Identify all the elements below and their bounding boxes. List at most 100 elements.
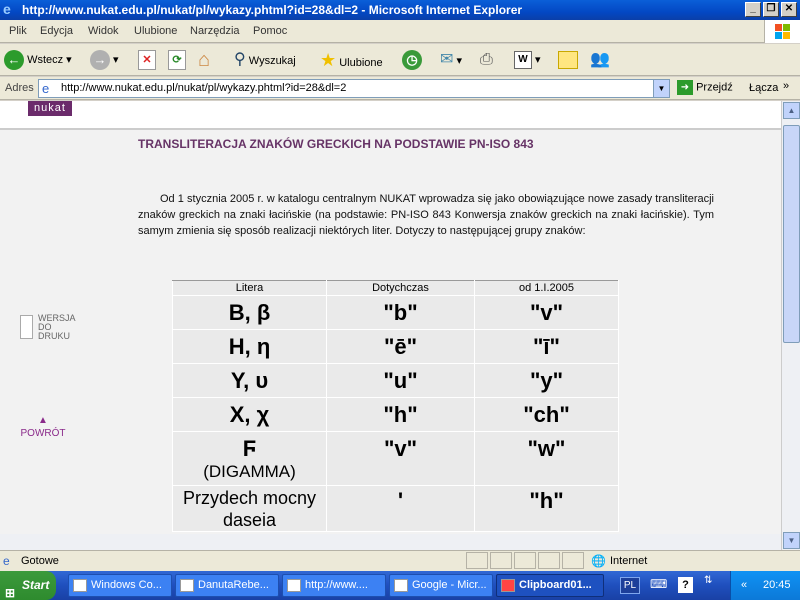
new-value-cell: "ī" — [474, 329, 619, 364]
taskbar-button[interactable]: DanutaRebe... — [175, 574, 279, 597]
maximize-button[interactable]: ❐ — [763, 2, 779, 17]
word-doc-icon — [180, 579, 194, 592]
system-tray: « 20:45 — [730, 571, 800, 600]
header-band — [0, 101, 781, 128]
printer-icon: ⎙ — [480, 51, 493, 68]
stop-icon: ✕ — [138, 50, 156, 71]
go-arrow-icon: ➜ — [677, 80, 693, 95]
history-icon: ◷ — [402, 50, 422, 71]
word-icon: W — [514, 51, 532, 70]
status-pane — [490, 552, 512, 569]
start-button[interactable]: ⊞ Start — [0, 571, 56, 600]
document-icon — [20, 315, 33, 339]
letter-cell: Υ, υ — [172, 363, 327, 398]
minimize-button[interactable]: _ — [745, 2, 761, 17]
letter-cell: Przydech mocny daseia — [172, 485, 327, 532]
messenger-icon: 👥 — [590, 51, 610, 68]
old-value-cell: "u" — [326, 363, 475, 398]
vertical-scrollbar[interactable]: ▲ ▼ — [781, 101, 800, 550]
close-button[interactable]: ✕ — [781, 2, 797, 17]
letter-glyph: Ϝ — [242, 435, 257, 461]
header-divider — [0, 128, 781, 130]
taskbar-button[interactable]: http://www.... — [282, 574, 386, 597]
star-icon: ★ — [320, 50, 337, 70]
taskbar-button-active[interactable]: Clipboard01... — [496, 574, 604, 597]
nukat-logo[interactable]: nukat — [28, 101, 72, 116]
security-zone: Internet — [610, 555, 648, 567]
menu-help[interactable]: Pomoc — [253, 25, 287, 37]
letter-cell: Β, β — [172, 295, 327, 330]
clipboard-app-icon — [501, 579, 515, 592]
scroll-down-icon[interactable]: ▼ — [783, 532, 800, 549]
old-value-cell: "ē" — [326, 329, 475, 364]
table-row: Ϝ (DIGAMMA) "v" "w" — [172, 431, 619, 486]
refresh-button[interactable]: ⟳ — [168, 48, 186, 72]
discuss-button[interactable] — [558, 48, 578, 72]
old-value-cell: "h" — [326, 397, 475, 432]
taskbar-button[interactable]: Google - Micr... — [389, 574, 493, 597]
forward-button[interactable]: → ▾ — [90, 48, 119, 72]
menu-file[interactable]: Plik — [9, 25, 27, 37]
links-button[interactable]: Łącza — [749, 82, 778, 94]
page-content: nukat TRANSLITERACJA ZNAKÓW GRECKICH NA … — [0, 101, 781, 534]
menu-favorites[interactable]: Ulubione — [134, 25, 177, 37]
window-title: http://www.nukat.edu.pl/nukat/pl/wykazy.… — [22, 3, 523, 17]
note-icon — [558, 51, 578, 70]
address-dropdown-icon[interactable]: ▼ — [653, 80, 669, 97]
new-value-cell: "w" — [474, 431, 619, 486]
go-button[interactable]: ➜ Przejdź — [677, 80, 733, 95]
stop-button[interactable]: ✕ — [138, 48, 156, 72]
col-header-before: Dotychczas — [326, 280, 475, 296]
window-title-bar: e http://www.nukat.edu.pl/nukat/pl/wykaz… — [0, 0, 800, 20]
search-button[interactable]: ⚲ Wyszukaj — [234, 48, 296, 72]
back-link[interactable]: ▲ POWRÓT — [20, 415, 66, 447]
status-pane — [514, 552, 536, 569]
old-value-cell: "b" — [326, 295, 475, 330]
transliteration-table: Litera Dotychczas od 1.I.2005 Β, β "b" "… — [172, 280, 619, 532]
print-button[interactable]: ⎙ — [480, 48, 493, 72]
tray-options-icon[interactable]: ⇅ — [704, 575, 712, 586]
clock: 20:45 — [763, 579, 791, 591]
menu-edit[interactable]: Edycja — [40, 25, 73, 37]
status-pane — [466, 552, 488, 569]
refresh-icon: ⟳ — [168, 50, 186, 71]
scroll-thumb[interactable] — [783, 125, 800, 343]
print-version-link[interactable]: WERSJA DO DRUKU — [20, 312, 78, 342]
menu-tools[interactable]: Narzędzia — [190, 25, 240, 37]
tray-expand-icon[interactable]: « — [741, 579, 747, 591]
back-button[interactable]: ← Wstecz ▾ — [4, 48, 72, 72]
taskbar-button[interactable]: Windows Co... — [68, 574, 172, 597]
status-text: Gotowe — [21, 555, 59, 567]
keyboard-icon[interactable]: ⌨ — [650, 577, 667, 591]
new-value-cell: "ch" — [474, 397, 619, 432]
back-link-label: POWRÓT — [20, 428, 66, 439]
col-header-letter: Litera — [172, 280, 327, 296]
new-value-cell: "v" — [474, 295, 619, 330]
letter-cell: Ϝ (DIGAMMA) — [172, 431, 327, 486]
globe-icon: 🌐 — [591, 554, 606, 568]
taskbar: ⊞ Start Windows Co... DanutaRebe... http… — [0, 571, 800, 600]
scroll-up-icon[interactable]: ▲ — [783, 102, 800, 119]
home-button[interactable]: ⌂ — [198, 48, 210, 72]
language-indicator[interactable]: PL — [620, 577, 640, 594]
links-chevron-icon[interactable]: » — [783, 80, 789, 92]
page-title: TRANSLITERACJA ZNAKÓW GRECKICH NA PODSTA… — [138, 137, 534, 151]
status-pane — [562, 552, 584, 569]
favorites-button[interactable]: ★ Ulubione — [320, 48, 383, 72]
intro-paragraph: Od 1 stycznia 2005 r. w katalogu central… — [138, 191, 714, 239]
mail-button[interactable]: ✉ ▾ — [440, 48, 462, 72]
ie-icon — [287, 579, 301, 592]
print-version-label: WERSJA DO DRUKU — [38, 313, 76, 341]
ie-logo-icon: e — [3, 1, 11, 17]
help-icon[interactable]: ? — [678, 577, 693, 593]
edit-button[interactable]: W ▾ — [514, 48, 541, 72]
old-value-cell: ' — [326, 485, 475, 532]
menu-view[interactable]: Widok — [88, 25, 119, 37]
messenger-button[interactable]: 👥 — [590, 48, 610, 72]
menu-bar: Plik Edycja Widok Ulubione Narzędzia Pom… — [0, 20, 800, 43]
history-button[interactable]: ◷ — [402, 48, 422, 72]
search-icon: ⚲ — [234, 51, 246, 68]
address-label: Adres — [5, 82, 34, 94]
letter-cell: Η, η — [172, 329, 327, 364]
address-input[interactable]: e http://www.nukat.edu.pl/nukat/pl/wykaz… — [38, 79, 670, 98]
